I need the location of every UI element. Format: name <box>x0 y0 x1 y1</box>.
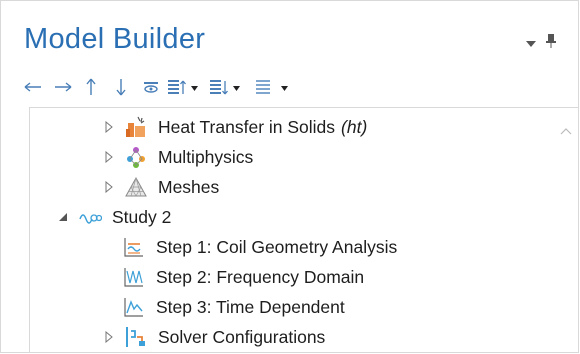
scroll-up-icon[interactable] <box>560 120 572 139</box>
pin-icon[interactable] <box>546 33 556 52</box>
show-icon[interactable] <box>139 74 163 100</box>
tree-node-label: Step 1: Coil Geometry Analysis <box>156 236 398 257</box>
tree-node-label: Study 2 <box>112 206 172 227</box>
up-icon[interactable] <box>79 74 103 100</box>
panel-controls <box>526 33 556 52</box>
panel-title: Model Builder <box>24 23 206 55</box>
mesh-icon <box>124 175 148 199</box>
toolbar <box>21 73 291 101</box>
study-icon <box>78 205 102 229</box>
multiphysics-icon <box>124 145 148 169</box>
tree-node-study[interactable]: Study 2 <box>56 202 171 232</box>
physics-tag: (ht) <box>341 116 368 137</box>
model-tree: Heat Transfer in Solids (ht) Multiphysic… <box>29 107 578 353</box>
solver-configurations-icon <box>124 325 148 349</box>
panel-menu-icon[interactable] <box>526 33 536 52</box>
tree-node-label: Meshes <box>158 176 220 197</box>
expand-arrow-icon[interactable] <box>102 180 116 194</box>
vertical-scrollbar[interactable] <box>556 108 578 353</box>
tree-node-step1[interactable]: Step 1: Coil Geometry Analysis <box>122 232 397 262</box>
frequency-domain-step-icon <box>122 265 146 289</box>
expand-arrow-icon[interactable] <box>102 330 116 344</box>
tree-node-label: Solver Configurations <box>158 326 326 347</box>
expand-arrow-icon[interactable] <box>102 150 116 164</box>
model-builder-panel: Model Builder Heat Transfer in Solids (h… <box>0 0 579 353</box>
tree-node-step2[interactable]: Step 2: Frequency Domain <box>122 262 364 292</box>
collapse-sections-icon[interactable] <box>209 74 241 100</box>
tree-node-label: Heat Transfer in Solids <box>158 116 336 137</box>
tree-node-label: Step 3: Time Dependent <box>156 296 345 317</box>
expand-sections-icon[interactable] <box>167 74 199 100</box>
tree-node-solver-configurations[interactable]: Solver Configurations <box>102 322 325 352</box>
tree-node-meshes[interactable]: Meshes <box>102 172 219 202</box>
down-icon[interactable] <box>109 74 133 100</box>
tree-node-multiphysics[interactable]: Multiphysics <box>102 142 253 172</box>
tree-node-label: Step 2: Frequency Domain <box>156 266 365 287</box>
collapse-arrow-icon[interactable] <box>56 210 70 224</box>
time-dependent-step-icon <box>122 295 146 319</box>
expand-arrow-icon[interactable] <box>102 120 116 134</box>
tree-node-label: Multiphysics <box>158 146 254 167</box>
forward-icon[interactable] <box>51 74 75 100</box>
heat-transfer-icon <box>124 115 148 139</box>
tree-node-heat-transfer[interactable]: Heat Transfer in Solids (ht) <box>102 112 367 142</box>
tree-node-step3[interactable]: Step 3: Time Dependent <box>122 292 345 322</box>
back-icon[interactable] <box>21 74 45 100</box>
list-view-icon[interactable] <box>255 74 291 100</box>
coil-geometry-step-icon <box>122 235 146 259</box>
